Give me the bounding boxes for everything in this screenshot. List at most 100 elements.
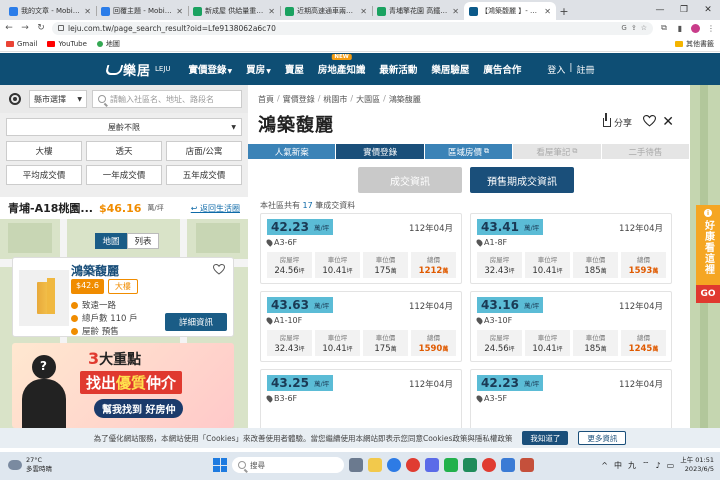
browser-tab[interactable]: 回覆主題 - Mobile01 ✕ <box>96 2 188 20</box>
google-lens-icon[interactable]: G <box>621 24 626 32</box>
nav-item[interactable]: 買房▼ <box>246 62 271 76</box>
agent-ad-banner[interactable]: ? 3大重點 找出優質仲介 幫我找到 好房仲 <box>12 343 234 428</box>
project-info-card[interactable]: 鴻築馥麗 $42.6 大樓 致遠一路 總戶數 110 戶 屋齡 預售 詳細資訊 <box>12 257 234 337</box>
taskbar-search-input[interactable]: 搜尋 <box>232 457 344 473</box>
breadcrumb-item[interactable]: 桃園市 <box>323 94 347 105</box>
share-page-icon[interactable]: ⇪ <box>631 24 637 32</box>
sub-tab[interactable]: 人氣新案 <box>248 144 337 159</box>
tray-expand-icon[interactable]: ^ <box>601 461 608 470</box>
close-icon[interactable]: ✕ <box>662 114 674 130</box>
excel-icon[interactable] <box>463 458 477 472</box>
transaction-card[interactable]: 42.23 萬/坪 112年04月 A3-5F <box>470 369 672 428</box>
language-indicator[interactable]: 九 <box>628 460 636 471</box>
register-link[interactable]: 註冊 <box>576 63 594 76</box>
list-view-button[interactable]: 列表 <box>127 233 159 249</box>
cookie-more-button[interactable]: 更多資訊 <box>578 431 627 445</box>
url-input[interactable]: leju.com.tw/page_search_result?oid=Lfe91… <box>52 21 653 35</box>
chrome-icon[interactable] <box>406 458 420 472</box>
age-select[interactable]: 屋齡不限 ▼ <box>6 118 242 136</box>
chrome-active-icon[interactable] <box>482 458 496 472</box>
transaction-card[interactable]: 42.23 萬/坪 112年04月 A3-6F 房屋坪 24.56坪 車位坪 10.41坪 車位… <box>260 213 462 284</box>
sidepanel-icon[interactable]: ▮ <box>675 24 685 33</box>
filter-button[interactable]: 一年成交價 <box>86 165 162 185</box>
transaction-card[interactable]: 43.41 萬/坪 112年04月 A1-8F 房屋坪 32.43坪 車位坪 10.41坪 車位… <box>470 213 672 284</box>
powerpoint-icon[interactable] <box>520 458 534 472</box>
promo-go-button[interactable]: GO <box>696 285 720 303</box>
tab-close-icon[interactable]: ✕ <box>268 7 275 16</box>
login-link[interactable]: 登入 <box>547 63 565 76</box>
browser-tab[interactable]: 青埔擎花園 高鐵電電 ✕ <box>372 2 464 20</box>
lock-icon[interactable] <box>58 25 64 31</box>
browser-tab[interactable]: 新成屋 供給量重不足 ✕ <box>188 2 280 20</box>
transaction-card[interactable]: 43.63 萬/坪 112年04月 A1-10F 房屋坪 32.43坪 車位坪 10.41坪車… <box>260 291 462 362</box>
forward-icon[interactable]: → <box>20 23 30 33</box>
reload-icon[interactable]: ↻ <box>36 23 46 33</box>
battery-icon[interactable]: ▭ <box>667 461 675 470</box>
tab-close-icon[interactable]: ✕ <box>360 7 367 16</box>
close-window-icon[interactable]: ✕ <box>696 0 720 20</box>
city-select[interactable]: 縣市選擇 ▼ <box>29 90 87 108</box>
breadcrumb-item[interactable]: 首頁 <box>258 94 274 105</box>
presale-info-button[interactable]: 預售期成交資訊 <box>470 167 574 193</box>
bookmark-maps[interactable]: 地圖 <box>96 39 120 49</box>
store-icon[interactable] <box>425 458 439 472</box>
sub-tab[interactable]: 實價登錄 <box>336 144 425 159</box>
minimize-icon[interactable]: — <box>648 0 672 20</box>
ad-cta[interactable]: 幫我找到 好房仲 <box>94 399 184 418</box>
filter-button[interactable]: 平均成交價 <box>6 165 82 185</box>
deal-info-button[interactable]: 成交資訊 <box>358 167 462 193</box>
line-icon[interactable] <box>444 458 458 472</box>
nav-item[interactable]: 最新活動 <box>379 62 417 76</box>
filter-button[interactable]: 透天 <box>86 141 162 161</box>
nav-item[interactable]: 廣告合作 <box>483 62 521 76</box>
info-icon[interactable]: i <box>704 209 712 217</box>
nav-item[interactable]: 賣屋 <box>285 62 304 76</box>
nav-item[interactable]: 實價登錄▼ <box>189 62 233 76</box>
breadcrumb-item[interactable]: 實價登錄 <box>283 94 315 105</box>
share-button[interactable]: 分享 <box>602 113 632 129</box>
browser-tab[interactable]: 【鴻築馥麗 】- 開價&✕ <box>464 2 556 20</box>
extensions-icon[interactable]: ⧉ <box>659 23 669 33</box>
nav-item[interactable]: 樂居驗屋 <box>431 62 469 76</box>
tab-close-icon[interactable]: ✕ <box>84 7 91 16</box>
volume-icon[interactable]: ♪ <box>656 461 661 470</box>
tab-close-icon[interactable]: ✕ <box>176 7 183 16</box>
bookmark-gmail[interactable]: Gmail <box>6 40 37 48</box>
task-view-icon[interactable] <box>349 458 363 472</box>
windows-start-icon[interactable] <box>213 458 227 472</box>
bookmark-star-icon[interactable]: ☆ <box>641 24 647 32</box>
wifi-icon[interactable]: ⌔ <box>642 460 650 470</box>
map-view-button[interactable]: 地圖 <box>95 233 127 249</box>
filter-button[interactable]: 店面/公寓 <box>166 141 242 161</box>
back-to-area-link[interactable]: ↩ 返回生活圈 <box>191 203 240 214</box>
edge-icon[interactable] <box>387 458 401 472</box>
community-search-input[interactable]: 請輸入社區名、地址、路段名 <box>92 90 242 108</box>
back-icon[interactable]: ← <box>4 23 14 33</box>
browser-tab[interactable]: 近期高速通車兩金走 ✕ <box>280 2 372 20</box>
ime-indicator[interactable]: 中 <box>614 460 622 471</box>
nav-item[interactable]: 房地產知識 NEW <box>318 54 365 76</box>
other-bookmarks[interactable]: 其他書籤 <box>675 39 714 49</box>
clock[interactable]: 上午 01:51 2023/6/5 <box>680 456 714 474</box>
favorite-heart-icon[interactable] <box>643 115 656 127</box>
filter-button[interactable]: 五年成交價 <box>166 165 242 185</box>
transaction-card[interactable]: 43.25 萬/坪 112年04月 B3-6F <box>260 369 462 428</box>
profile-avatar[interactable] <box>691 23 700 33</box>
breadcrumb-item[interactable]: 大園區 <box>356 94 380 105</box>
browser-tab[interactable]: 我的文章 - Mobile01 ✕ <box>4 2 96 20</box>
breadcrumb-item[interactable]: 鴻築馥麗 <box>389 94 421 105</box>
file-explorer-icon[interactable] <box>368 458 382 472</box>
cookie-agree-button[interactable]: 我知道了 <box>522 431 569 445</box>
restore-icon[interactable]: ❐ <box>672 0 696 20</box>
word-icon[interactable] <box>501 458 515 472</box>
bookmark-youtube[interactable]: YouTube <box>47 40 87 48</box>
transaction-card[interactable]: 43.16 萬/坪 112年04月 A3-10F 房屋坪 24.56坪 車位坪 10.41坪車… <box>470 291 672 362</box>
filter-button[interactable]: 大樓 <box>6 141 82 161</box>
new-tab-button[interactable]: + <box>556 2 572 20</box>
sub-tab[interactable]: 區域房價 ⧉ <box>424 144 514 159</box>
leju-logo[interactable]: 樂居 LEJU <box>104 60 171 79</box>
tab-close-icon[interactable]: ✕ <box>544 7 551 16</box>
detail-button[interactable]: 詳細資訊 <box>165 313 227 331</box>
menu-icon[interactable]: ⋮ <box>706 24 716 33</box>
tab-close-icon[interactable]: ✕ <box>452 7 459 16</box>
